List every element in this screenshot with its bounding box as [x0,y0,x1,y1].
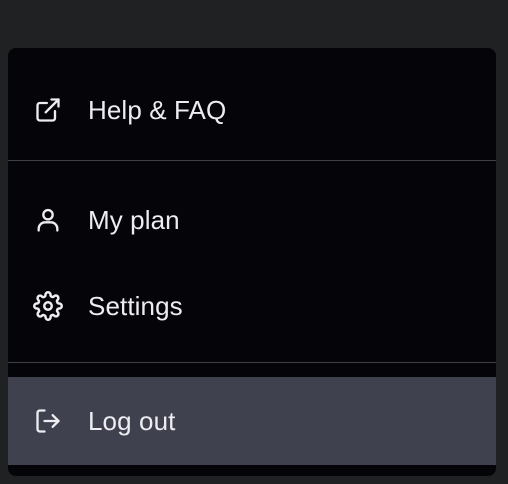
menu-item-my-plan[interactable]: My plan [8,176,496,264]
user-icon [32,204,64,236]
menu-item-label: Log out [88,405,176,436]
menu-item-log-out[interactable]: Log out [8,377,496,465]
menu-item-label: Help & FAQ [88,94,227,125]
menu-item-label: Settings [88,290,183,321]
divider [8,160,496,161]
external-link-icon [32,94,64,126]
gear-icon [32,290,64,322]
divider [8,362,496,363]
menu-item-label: My plan [88,204,180,235]
menu-item-help-faq[interactable]: Help & FAQ [8,66,496,154]
logout-icon [32,405,64,437]
menu-item-settings[interactable]: Settings [8,262,496,350]
user-menu: Help & FAQ My plan Settings Log out [8,48,496,476]
